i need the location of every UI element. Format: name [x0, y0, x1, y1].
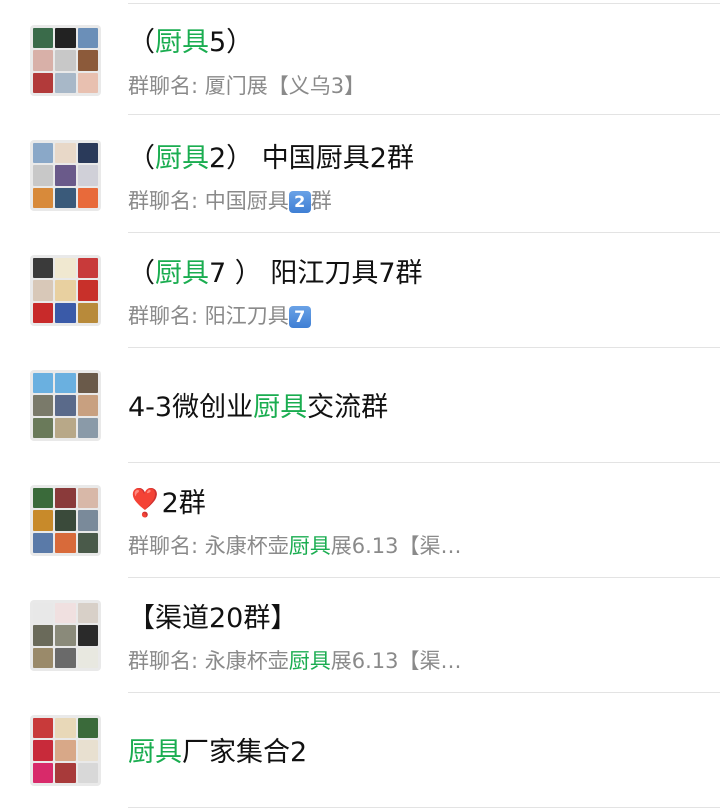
list-item[interactable]: 【渠道20群】 群聊名: 永康杯壶厨具展6.13【渠… — [0, 578, 720, 693]
group-avatar — [30, 600, 101, 671]
search-results-list: （厨具5） 群聊名: 厦门展【义乌3】 （厨具2） 中国厨具2群 群聊名: 中国… — [0, 0, 720, 809]
list-item[interactable]: 厨具厂家集合2 — [0, 693, 720, 808]
group-title: （厨具7 ） 阳江刀具7群 — [128, 258, 423, 289]
group-avatar — [30, 25, 101, 96]
list-item[interactable]: （厨具5） 群聊名: 厦门展【义乌3】 — [0, 0, 720, 115]
group-title: （厨具2） 中国厨具2群 — [128, 143, 414, 174]
list-item[interactable]: ❣️2群 群聊名: 永康杯壶厨具展6.13【渠… — [0, 463, 720, 578]
group-title: （厨具5） — [128, 27, 254, 58]
group-avatar — [30, 140, 101, 211]
list-item[interactable]: （厨具2） 中国厨具2群 群聊名: 中国厨具 2 群 — [0, 118, 720, 233]
heart-exclamation-icon: ❣️ — [128, 488, 162, 519]
separator — [128, 807, 720, 808]
list-item[interactable]: （厨具7 ） 阳江刀具7群 群聊名: 阳江刀具 7 — [0, 233, 720, 348]
group-subtitle: 群聊名: 厦门展【义乌3】 — [128, 74, 366, 98]
group-subtitle: 群聊名: 永康杯壶厨具展6.13【渠… — [128, 534, 462, 558]
group-subtitle: 群聊名: 永康杯壶厨具展6.13【渠… — [128, 649, 462, 673]
group-avatar — [30, 255, 101, 326]
group-subtitle: 群聊名: 中国厨具 2 群 — [128, 189, 332, 213]
list-item[interactable]: 4-3微创业厨具交流群 — [0, 348, 720, 463]
group-title: 厨具厂家集合2 — [128, 737, 308, 768]
group-title: 【渠道20群】 — [128, 603, 298, 634]
group-avatar — [30, 370, 101, 441]
group-avatar — [30, 715, 101, 786]
group-title: 4-3微创业厨具交流群 — [128, 392, 389, 423]
group-title: ❣️2群 — [128, 488, 206, 519]
number-badge: 2 — [288, 191, 311, 213]
separator — [128, 114, 720, 115]
number-badge: 7 — [288, 306, 311, 328]
group-avatar — [30, 485, 101, 556]
group-subtitle: 群聊名: 阳江刀具 7 — [128, 302, 311, 330]
